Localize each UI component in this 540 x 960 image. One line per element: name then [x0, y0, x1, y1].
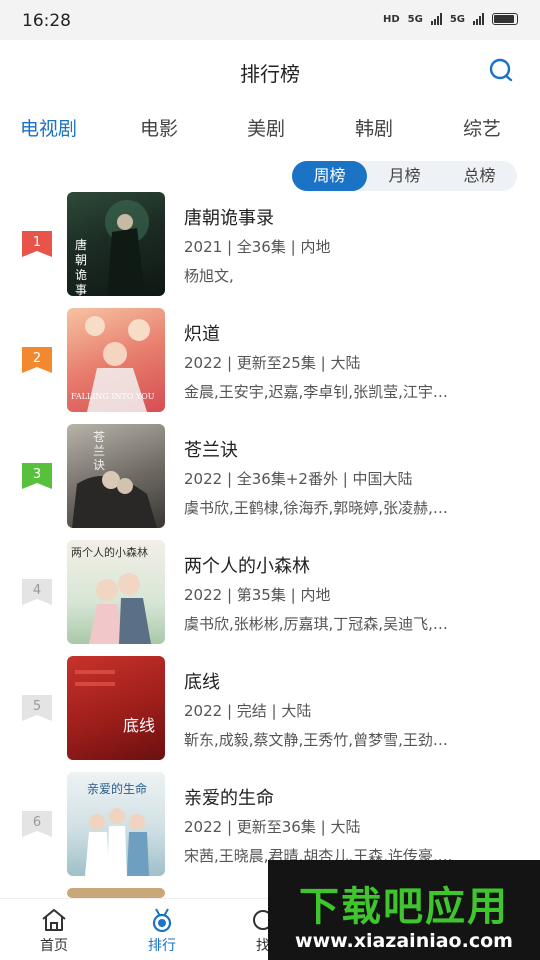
page-title: 排行榜: [240, 62, 300, 86]
poster-image: 两个人的小森林: [67, 540, 165, 644]
status-bar: 16:28 HD 5G 5G: [0, 0, 540, 40]
tab-weekly[interactable]: 周榜: [292, 161, 367, 191]
nav-item-home[interactable]: 首页: [9, 899, 99, 960]
search-icon: [489, 58, 513, 82]
rank-badge: 6: [22, 811, 52, 837]
item-title: 苍兰诀: [184, 440, 238, 461]
item-cast: 虞书欣,张彬彬,厉嘉琪,丁冠森,吴迪飞,…: [184, 615, 448, 633]
poster-title-text: 底线: [123, 716, 156, 735]
list-item[interactable]: 4 两个人的小森林 两个人的小森林 2022 | 第35集 | 内地 虞书欣,张…: [0, 538, 540, 654]
poster-title-text: 苍兰诀: [93, 430, 106, 472]
item-cast: 虞书欣,王鹤棣,徐海乔,郭晓婷,张凌赫,…: [184, 499, 448, 517]
item-title: 底线: [184, 672, 220, 693]
item-title: 亲爱的生命: [184, 788, 274, 809]
tab-movie[interactable]: 电影: [140, 114, 178, 141]
item-meta: 2022 | 更新至36集 | 大陆: [184, 818, 361, 836]
rank-badge: 1: [22, 231, 52, 257]
signal-icon-2: [473, 13, 484, 25]
list-item[interactable]: 3 苍兰诀 苍兰诀 2022 | 全36集+2番外 | 中国大陆 虞书欣,王鹤棣…: [0, 422, 540, 538]
rank-number: 2: [32, 351, 42, 366]
hd-indicator: HD: [382, 13, 400, 25]
home-icon: [42, 909, 66, 931]
network-5g-label-1: 5G: [407, 13, 423, 25]
item-meta: 2022 | 全36集+2番外 | 中国大陆: [184, 470, 413, 488]
poster-art: [72, 471, 157, 528]
medal-icon: [152, 908, 172, 933]
ranking-list: 1 唐朝诡事录 唐朝诡事录 2021 | 全36集 | 内地 杨旭文, 2: [0, 190, 540, 898]
poster-image: 底线: [67, 656, 165, 760]
rank-number: 4: [32, 583, 42, 598]
watermark: 下载吧应用 www.xiazainiao.com: [268, 860, 540, 960]
tab-us-drama[interactable]: 美剧: [247, 114, 285, 141]
poster-image: 苍兰诀: [67, 424, 165, 528]
poster-image: 亲爱的生命: [67, 772, 165, 876]
tab-tv-series[interactable]: 电视剧: [20, 114, 77, 141]
tab-monthly[interactable]: 月榜: [367, 161, 442, 191]
watermark-title: 下载吧应用: [299, 884, 509, 930]
rank-number: 5: [32, 699, 42, 714]
tab-korean-drama[interactable]: 韩剧: [355, 114, 393, 141]
poster-title-text: 亲爱的生命: [87, 782, 148, 796]
item-cast: 金晨,王安宇,迟嘉,李卓钊,张凯莹,江宇…: [184, 383, 448, 401]
poster-art: [75, 670, 115, 686]
list-item[interactable]: 5 底线 底线 2022 | 完结 | 大陆 靳东,成毅,蔡文静,王秀竹,曾梦雪…: [0, 654, 540, 770]
item-title: 唐朝诡事录: [184, 208, 274, 229]
nav-label: 首页: [40, 938, 68, 954]
status-icons: HD 5G 5G: [383, 13, 518, 25]
tab-variety[interactable]: 综艺: [463, 114, 501, 141]
item-meta: 2021 | 全36集 | 内地: [184, 238, 331, 256]
item-meta: 2022 | 更新至25集 | 大陆: [184, 354, 361, 372]
rank-badge: 5: [22, 695, 52, 721]
nav-item-ranking[interactable]: 排行: [117, 899, 207, 960]
item-cast: 杨旭文,: [184, 267, 234, 285]
rank-number: 6: [32, 815, 42, 830]
poster-title-text: 唐朝诡事录: [75, 238, 88, 296]
search-button[interactable]: [488, 58, 514, 84]
poster-title-text: FALLING INTO YOU: [71, 392, 155, 401]
poster-image: FALLING INTO YOU: [67, 308, 165, 412]
nav-label: 排行: [148, 938, 176, 954]
header: 排行榜: [0, 40, 540, 100]
item-meta: 2022 | 第35集 | 内地: [184, 586, 331, 604]
poster-image: 唐朝诡事录: [67, 192, 165, 296]
battery-icon: [492, 13, 518, 25]
rank-number: 1: [32, 235, 42, 250]
rank-badge: 3: [22, 463, 52, 489]
network-5g-label-2: 5G: [449, 13, 465, 25]
status-time: 16:28: [22, 11, 71, 31]
item-meta: 2022 | 完结 | 大陆: [184, 702, 312, 720]
list-item[interactable]: 1 唐朝诡事录 唐朝诡事录 2021 | 全36集 | 内地 杨旭文,: [0, 190, 540, 306]
period-tabs: 周榜 月榜 总榜: [292, 161, 517, 191]
rank-badge: 4: [22, 579, 52, 605]
poster-image-partial: [67, 888, 165, 898]
rank-number: 3: [32, 467, 42, 482]
poster-title-text: 两个人的小森林: [71, 546, 148, 559]
category-tabs: 电视剧 电影 美剧 韩剧 综艺: [0, 114, 540, 150]
watermark-url: www.xiazainiao.com: [295, 930, 513, 952]
rank-badge: 2: [22, 347, 52, 373]
tab-overall[interactable]: 总榜: [442, 161, 517, 191]
list-item[interactable]: 2 FALLING INTO YOU 炽道 2022 | 更新至25集 | 大陆…: [0, 306, 540, 422]
item-title: 两个人的小森林: [184, 556, 310, 577]
item-title: 炽道: [184, 324, 220, 345]
item-cast: 靳东,成毅,蔡文静,王秀竹,曾梦雪,王劲…: [184, 731, 448, 749]
signal-icon: [430, 13, 442, 25]
